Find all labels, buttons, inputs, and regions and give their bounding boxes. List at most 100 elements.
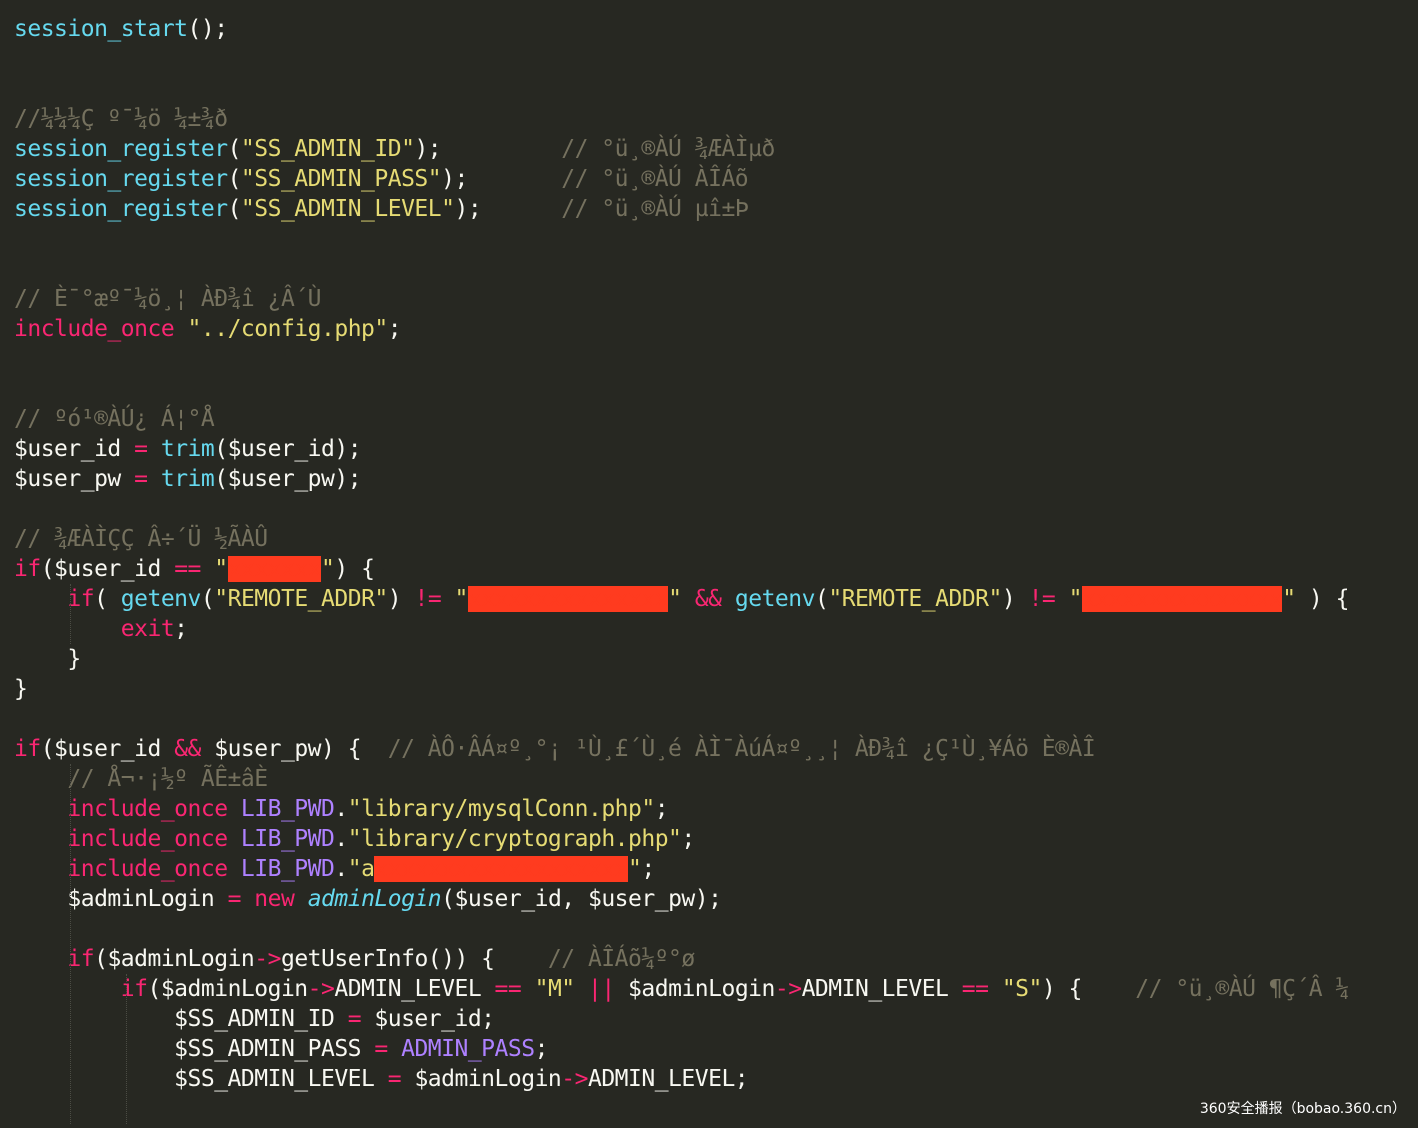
- code-line[interactable]: if($adminLogin->ADMIN_LEVEL == "M" || $a…: [14, 974, 1350, 1004]
- code-line[interactable]: $user_id = trim($user_id);: [14, 434, 362, 464]
- code-token: ADMIN_LEVEL: [801, 976, 962, 1002]
- code-token: "SS_ADMIN_LEVEL": [240, 196, 455, 222]
- code-token: =: [347, 1006, 362, 1032]
- code-token: LIB_PWD: [240, 826, 335, 852]
- code-token: ==: [494, 976, 522, 1002]
- code-token: ||: [588, 976, 615, 1002]
- code-token: ": [668, 586, 682, 612]
- code-token: );: [414, 136, 442, 162]
- code-token: ;: [174, 616, 188, 642]
- code-line[interactable]: }: [14, 644, 81, 674]
- code-token: (: [814, 586, 829, 612]
- code-token: ": [628, 856, 642, 882]
- code-token: include_once: [14, 316, 175, 342]
- code-token: // È¯°æº¯¼ö¸¦ ÀÐ¾î ¿Â´Ù: [14, 286, 322, 312]
- code-line[interactable]: // ºó¹®ÀÚ¿ Á¦°Å: [14, 404, 215, 434]
- code-token: if: [67, 586, 95, 612]
- indent-guide: [70, 584, 71, 644]
- code-line[interactable]: include_once LIB_PWD."library/mysqlConn.…: [14, 794, 668, 824]
- code-token: &&: [174, 736, 201, 762]
- code-token: $SS_ADMIN_PASS: [14, 1036, 375, 1062]
- code-line[interactable]: //¼¼¼Ç º¯¼ö ¼±¾ð: [14, 104, 228, 134]
- code-token: .: [334, 856, 348, 882]
- code-line[interactable]: include_once LIB_PWD."library/cryptograp…: [14, 824, 695, 854]
- code-token: // Å¬·¡½º ÃÊ±âÈ: [67, 766, 268, 792]
- code-line[interactable]: if($adminLogin->getUserInfo()) { // ÀÎÁõ…: [14, 944, 695, 974]
- code-token: ($user_id, $user_pw);: [441, 886, 722, 912]
- code-line[interactable]: $user_pw = trim($user_pw);: [14, 464, 362, 494]
- code-token: $adminLogin: [614, 976, 775, 1002]
- code-line[interactable]: include_once LIB_PWD."axxxxxxxxxxxxxxxxx…: [14, 854, 655, 884]
- code-token: getenv: [734, 586, 816, 612]
- code-token: =: [387, 1066, 402, 1092]
- code-token: &&: [694, 586, 722, 612]
- code-token: ": [454, 586, 469, 612]
- code-token: ": [214, 556, 228, 582]
- code-token: if: [14, 556, 41, 582]
- code-line[interactable]: session_register("SS_ADMIN_PASS"); // °ü…: [14, 164, 749, 194]
- code-token: // ¾ÆÀÌÇÇ Â÷´Ü ½ÃÀÛ: [14, 526, 268, 552]
- code-token: }: [14, 646, 81, 672]
- code-line[interactable]: if( getenv("REMOTE_ADDR") != "xxxxxxxxxx…: [14, 584, 1349, 614]
- code-token: trim: [160, 466, 215, 492]
- code-token: ADMIN_LEVEL: [334, 976, 495, 1002]
- code-line[interactable]: session_start();: [14, 14, 228, 44]
- code-line[interactable]: // È¯°æº¯¼ö¸¦ ÀÐ¾î ¿Â´Ù: [14, 284, 322, 314]
- code-token: ->: [774, 976, 802, 1002]
- code-line[interactable]: if($user_id == "xxxxxxx") {: [14, 554, 375, 584]
- code-line[interactable]: exit;: [14, 614, 188, 644]
- code-token: ;: [681, 826, 695, 852]
- code-token: ($user_id: [40, 556, 175, 582]
- code-line[interactable]: $adminLogin = new adminLogin($user_id, $…: [14, 884, 722, 914]
- code-line[interactable]: $SS_ADMIN_LEVEL = $adminLogin->ADMIN_LEV…: [14, 1064, 748, 1094]
- code-token: }: [14, 676, 28, 702]
- code-token: ($user_pw);: [214, 466, 362, 492]
- code-token: if: [14, 736, 41, 762]
- code-token: "REMOTE_ADDR": [828, 586, 1002, 612]
- code-token: ==: [174, 556, 201, 582]
- code-line[interactable]: session_register("SS_ADMIN_ID"); // °ü¸®…: [14, 134, 775, 164]
- code-token: =: [227, 886, 242, 912]
- code-line[interactable]: // Å¬·¡½º ÃÊ±âÈ: [14, 764, 268, 794]
- code-token: (: [200, 586, 215, 612]
- code-token: // ºó¹®ÀÚ¿ Á¦°Å: [14, 406, 215, 432]
- redacted-text: xxxxxxxxxxxxxxx: [1081, 586, 1283, 612]
- code-token: $user_pw) {: [200, 736, 388, 762]
- code-line[interactable]: $SS_ADMIN_PASS = ADMIN_PASS;: [14, 1034, 548, 1064]
- code-token: $adminLogin: [14, 886, 228, 912]
- code-token: ==: [961, 976, 989, 1002]
- code-token: );: [441, 166, 468, 192]
- code-token: ($user_id);: [214, 436, 362, 462]
- code-line[interactable]: $SS_ADMIN_ID = $user_id;: [14, 1004, 495, 1034]
- code-line[interactable]: // ¾ÆÀÌÇÇ Â÷´Ü ½ÃÀÛ: [14, 524, 268, 554]
- code-token: LIB_PWD: [240, 796, 335, 822]
- code-token: session_register: [14, 196, 228, 222]
- redacted-text: xxxxxxxxxxxxxxx: [467, 586, 669, 612]
- code-token: ->: [561, 1066, 588, 1092]
- code-token: ADMIN_PASS: [401, 1036, 535, 1062]
- code-token: $SS_ADMIN_ID: [14, 1006, 348, 1032]
- code-token: // °ü¸®ÀÚ ¾ÆÀÌµð: [561, 136, 775, 162]
- code-token: );: [454, 196, 482, 222]
- code-line[interactable]: include_once "../config.php";: [14, 314, 402, 344]
- code-token: ->: [307, 976, 335, 1002]
- code-token: ;: [534, 1036, 549, 1062]
- code-token: !=: [1028, 586, 1056, 612]
- code-token: ) {: [1041, 976, 1136, 1002]
- code-line[interactable]: }: [14, 674, 28, 704]
- code-line[interactable]: session_register("SS_ADMIN_LEVEL"); // °…: [14, 194, 749, 224]
- code-token: ->: [254, 946, 281, 972]
- code-token: include_once: [67, 856, 228, 882]
- code-line[interactable]: if($user_id && $user_pw) { // ÀÔ·ÂÁ¤º¸°¡…: [14, 734, 1096, 764]
- code-token: ADMIN_LEVEL;: [587, 1066, 749, 1092]
